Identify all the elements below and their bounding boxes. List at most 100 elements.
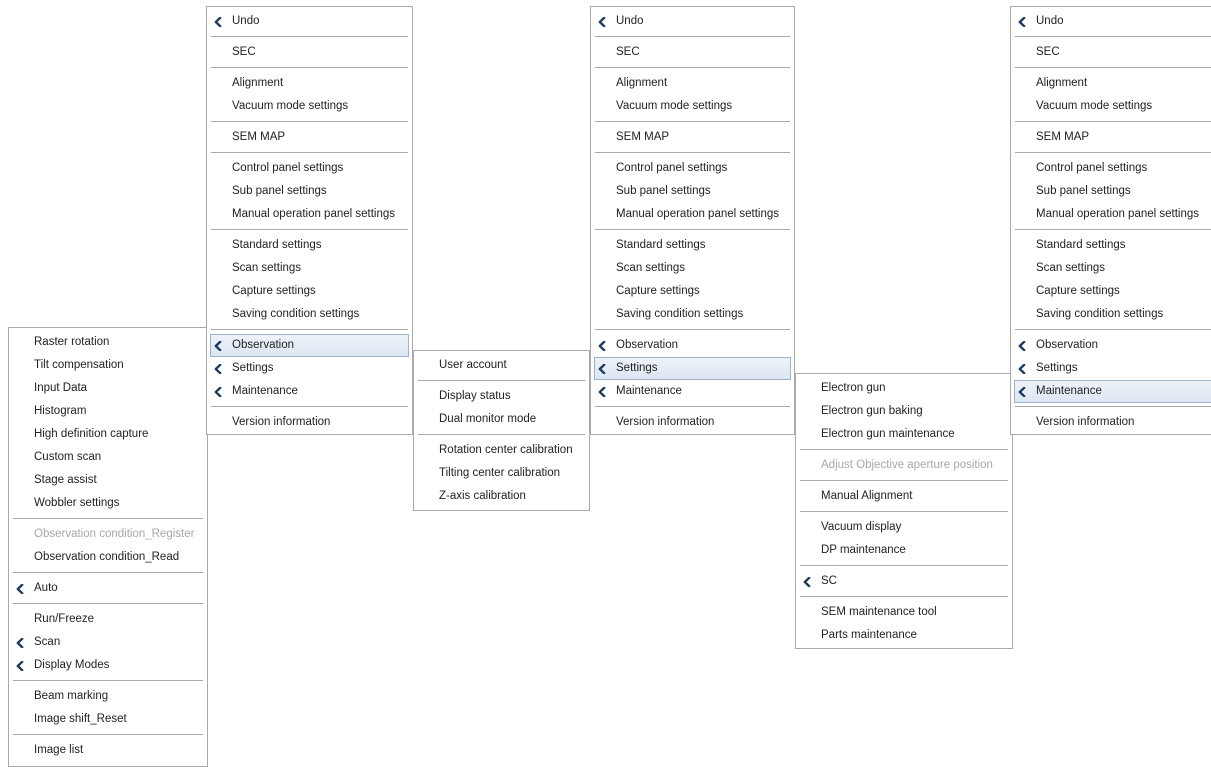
menu-item-saving-condition-settings[interactable]: Saving condition settings [1014, 303, 1211, 326]
menu-item-standard-settings[interactable]: Standard settings [594, 234, 791, 257]
menu-item-vacuum-mode-settings[interactable]: Vacuum mode settings [210, 95, 409, 118]
menu-item-dp-maintenance[interactable]: DP maintenance [799, 539, 1009, 562]
menu-item-label: Observation [1036, 339, 1099, 351]
menu-item-capture-settings[interactable]: Capture settings [210, 280, 409, 303]
menu-item-display-modes[interactable]: Display Modes [12, 654, 204, 677]
menu-item-vacuum-display[interactable]: Vacuum display [799, 516, 1009, 539]
menu-item-parts-maintenance[interactable]: Parts maintenance [799, 624, 1009, 647]
menu-separator [595, 406, 790, 407]
menu-item-custom-scan[interactable]: Custom scan [12, 446, 204, 469]
menu-item-label: Capture settings [1036, 285, 1120, 297]
menu-item-standard-settings[interactable]: Standard settings [1014, 234, 1211, 257]
menu-item-alignment[interactable]: Alignment [1014, 72, 1211, 95]
menu-item-control-panel-settings[interactable]: Control panel settings [210, 157, 409, 180]
menu-item-label: Alignment [1036, 77, 1088, 89]
menu-separator [418, 380, 585, 381]
menu-item-vacuum-mode-settings[interactable]: Vacuum mode settings [594, 95, 791, 118]
menu-item-settings[interactable]: Settings [1014, 357, 1211, 380]
menu-item-sub-panel-settings[interactable]: Sub panel settings [594, 180, 791, 203]
menu-item-scan-settings[interactable]: Scan settings [1014, 257, 1211, 280]
menu-item-sec[interactable]: SEC [594, 41, 791, 64]
menu-item-scan[interactable]: Scan [12, 631, 204, 654]
menu-item-sem-map[interactable]: SEM MAP [210, 126, 409, 149]
menu-item-image-list[interactable]: Image list [12, 739, 204, 762]
menu-item-sub-panel-settings[interactable]: Sub panel settings [1014, 180, 1211, 203]
menu-item-version-information[interactable]: Version information [1014, 411, 1211, 434]
menu-item-undo[interactable]: Undo [1014, 10, 1211, 33]
menu-item-high-definition-capture[interactable]: High definition capture [12, 423, 204, 446]
menu-item-sem-map[interactable]: SEM MAP [594, 126, 791, 149]
menu-item-scan-settings[interactable]: Scan settings [594, 257, 791, 280]
menu-item-raster-rotation[interactable]: Raster rotation [12, 331, 204, 354]
menu-separator [13, 734, 203, 735]
menu-item-wobbler-settings[interactable]: Wobbler settings [12, 492, 204, 515]
menu-item-tilt-compensation[interactable]: Tilt compensation [12, 354, 204, 377]
menu-item-label: Saving condition settings [1036, 308, 1164, 320]
menu-item-manual-operation-panel-settings[interactable]: Manual operation panel settings [594, 203, 791, 226]
menu-item-manual-alignment[interactable]: Manual Alignment [799, 485, 1009, 508]
menu-item-input-data[interactable]: Input Data [12, 377, 204, 400]
menu-item-version-information[interactable]: Version information [210, 411, 409, 434]
menu-item-image-shift-reset[interactable]: Image shift_Reset [12, 708, 204, 731]
menu-item-electron-gun[interactable]: Electron gun [799, 377, 1009, 400]
menu-item-electron-gun-baking[interactable]: Electron gun baking [799, 400, 1009, 423]
menu-item-settings[interactable]: Settings [594, 357, 791, 380]
menu-item-electron-gun-maintenance[interactable]: Electron gun maintenance [799, 423, 1009, 446]
menu-item-run-freeze[interactable]: Run/Freeze [12, 608, 204, 631]
menu-item-control-panel-settings[interactable]: Control panel settings [594, 157, 791, 180]
menu-item-label: Tilt compensation [34, 359, 124, 371]
menu-item-capture-settings[interactable]: Capture settings [1014, 280, 1211, 303]
menu-item-observation[interactable]: Observation [1014, 334, 1211, 357]
menu-separator [595, 229, 790, 230]
menu-separator [595, 121, 790, 122]
menu-item-capture-settings[interactable]: Capture settings [594, 280, 791, 303]
menu-separator [211, 152, 408, 153]
menu-item-label: Settings [1036, 362, 1078, 374]
menu-item-alignment[interactable]: Alignment [594, 72, 791, 95]
menu-item-label: Standard settings [1036, 239, 1126, 251]
menu-item-label: Z-axis calibration [439, 490, 526, 502]
menu-item-stage-assist[interactable]: Stage assist [12, 469, 204, 492]
menu-item-sem-map[interactable]: SEM MAP [1014, 126, 1211, 149]
menu-item-display-status[interactable]: Display status [417, 385, 586, 408]
menu-item-label: Scan settings [232, 262, 302, 274]
menu-item-saving-condition-settings[interactable]: Saving condition settings [594, 303, 791, 326]
menu-item-alignment[interactable]: Alignment [210, 72, 409, 95]
menu-item-label: Scan [34, 636, 61, 648]
menu-item-settings[interactable]: Settings [210, 357, 409, 380]
observation-menu: Raster rotation Tilt compensation Input Da… [8, 327, 208, 767]
menu-item-sec[interactable]: SEC [210, 41, 409, 64]
menu-item-tilting-center-calibration[interactable]: Tilting center calibration [417, 462, 586, 485]
menu-item-sc[interactable]: SC [799, 570, 1009, 593]
menu-item-sem-maintenance-tool[interactable]: SEM maintenance tool [799, 601, 1009, 624]
menu-item-saving-condition-settings[interactable]: Saving condition settings [210, 303, 409, 326]
menu-item-dual-monitor-mode[interactable]: Dual monitor mode [417, 408, 586, 431]
menu-item-sec[interactable]: SEC [1014, 41, 1211, 64]
menu-item-undo[interactable]: Undo [594, 10, 791, 33]
menu-item-undo[interactable]: Undo [210, 10, 409, 33]
menu-item-maintenance[interactable]: Maintenance [210, 380, 409, 403]
menu-item-histogram[interactable]: Histogram [12, 400, 204, 423]
menu-item-scan-settings[interactable]: Scan settings [210, 257, 409, 280]
menu-item-observation[interactable]: Observation [210, 334, 409, 357]
menu-item-version-information[interactable]: Version information [594, 411, 791, 434]
menu-item-control-panel-settings[interactable]: Control panel settings [1014, 157, 1211, 180]
menu-item-standard-settings[interactable]: Standard settings [210, 234, 409, 257]
menu-item-observation[interactable]: Observation [594, 334, 791, 357]
menu-item-beam-marking[interactable]: Beam marking [12, 685, 204, 708]
menu-item-vacuum-mode-settings[interactable]: Vacuum mode settings [1014, 95, 1211, 118]
menu-item-z-axis-calibration[interactable]: Z-axis calibration [417, 485, 586, 508]
menu-item-maintenance[interactable]: Maintenance [1014, 380, 1211, 403]
menu-separator [595, 329, 790, 330]
menu-item-user-account[interactable]: User account [417, 354, 586, 377]
menu-item-manual-operation-panel-settings[interactable]: Manual operation panel settings [1014, 203, 1211, 226]
menu-item-observation-condition-read[interactable]: Observation condition_Read [12, 546, 204, 569]
menu-item-sub-panel-settings[interactable]: Sub panel settings [210, 180, 409, 203]
menu-item-maintenance[interactable]: Maintenance [594, 380, 791, 403]
menu-item-auto[interactable]: Auto [12, 577, 204, 600]
menu-item-label: Electron gun maintenance [821, 428, 955, 440]
menu-item-label: Settings [232, 362, 274, 374]
menu-item-manual-operation-panel-settings[interactable]: Manual operation panel settings [210, 203, 409, 226]
chevron-left-icon [213, 387, 223, 397]
menu-item-rotation-center-calibration[interactable]: Rotation center calibration [417, 439, 586, 462]
